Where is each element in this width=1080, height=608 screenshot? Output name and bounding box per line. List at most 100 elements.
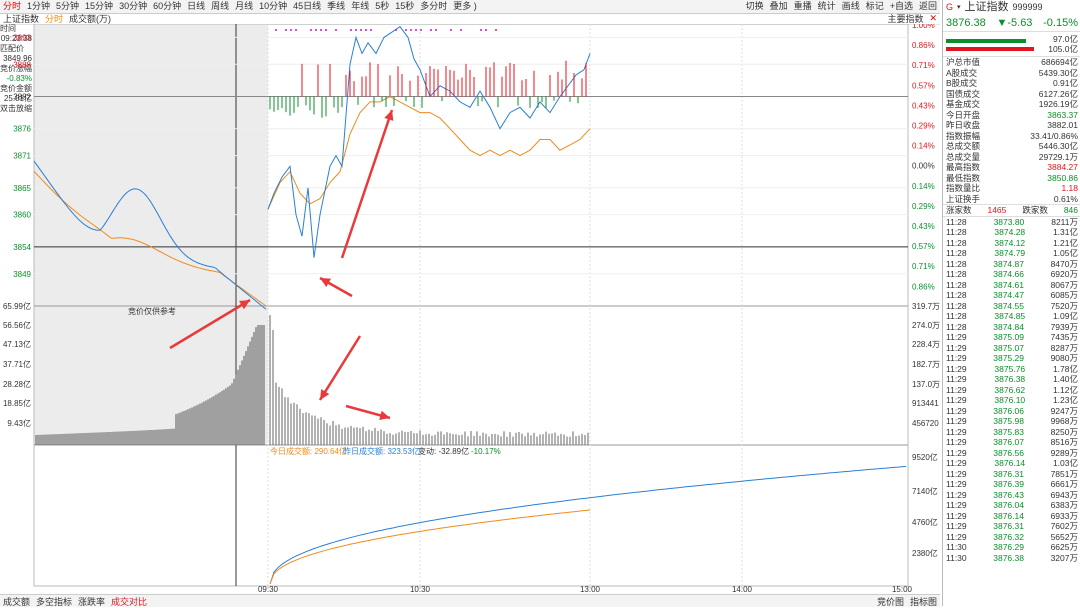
cum-yesterday-line: [269, 465, 907, 585]
price-tick-label: 3865: [13, 184, 31, 193]
pct-tick-label: 0.43%: [912, 222, 935, 231]
tick-price: 3874.61: [993, 279, 1024, 290]
toolbar-button-0[interactable]: 切换: [743, 0, 767, 13]
period-tab-11[interactable]: 季线: [324, 0, 348, 13]
stat-row: 基金成交 1926.19亿: [943, 99, 1080, 110]
signal-dot: [480, 29, 482, 31]
tick-price: 3875.76: [994, 363, 1026, 374]
intraday-chart[interactable]: 3893 3888 3882 3876 3871 3865 3860 3854 3849 1.00…: [0, 24, 940, 594]
tick-list[interactable]: 11:28 3873.80 8211万 11:28 3874.28 1.31亿 11:28 3…: [943, 217, 1080, 564]
tick-time: 11:28: [946, 216, 967, 227]
annotation-arrow: [318, 335, 362, 401]
tick-amount: 1.40亿: [1052, 374, 1078, 384]
index-price: 3876.38: [946, 17, 986, 29]
signal-dot: [430, 29, 432, 31]
toolbar-button-5[interactable]: 标记: [863, 0, 887, 13]
volume-tick-label: 37.71亿: [3, 359, 31, 369]
period-tab-16[interactable]: 更多 ): [450, 0, 480, 13]
tick-time: 11:29: [946, 395, 967, 405]
stat-value: 1.18: [1061, 183, 1078, 193]
stat-label: B股成交: [946, 78, 978, 88]
tick-row: 11:29 3876.32 5652万: [943, 532, 1080, 543]
period-tab-6[interactable]: 日线: [184, 0, 208, 13]
signal-dot: [450, 29, 452, 31]
tick-amount: 1.23亿: [1052, 395, 1078, 405]
cum-tick-label: 7140亿: [912, 486, 938, 496]
tick-price: 3875.83: [993, 426, 1024, 437]
period-toolbar: 分时 1分钟 5分钟 15分钟 30分钟 60分钟 日线 周线 月线 10分钟 45日线 季线 年线 5秒…: [0, 0, 940, 14]
bottom-tab-bar: 成交额 多空指标 涨跌率 成交对比 竞价图 指标图: [0, 594, 940, 607]
tick-amount: 6661万: [1050, 479, 1078, 489]
tick-row: 11:30 3876.29 6625万: [943, 542, 1080, 553]
stat-label: 昨日收盘: [946, 120, 981, 130]
tick-price: 3874.66: [993, 269, 1024, 279]
period-tab-12[interactable]: 年线: [348, 0, 372, 13]
volume-tick-label-right: 228.4万: [912, 340, 940, 349]
tick-time: 11:29: [946, 468, 967, 479]
toolbar-button-1[interactable]: 叠加: [767, 0, 791, 13]
stat-row: 指数量比 1.18: [943, 183, 1080, 194]
tick-time: 11:28: [946, 258, 967, 269]
stat-row: 国债成交 6127.26亿: [943, 89, 1080, 100]
tick-amount: 6933万: [1050, 510, 1078, 521]
volume-tick-label: 65.99亿: [3, 301, 31, 311]
period-tab-7[interactable]: 周线: [208, 0, 232, 13]
toolbar-button-2[interactable]: 重播: [791, 0, 815, 13]
signal-dot: [395, 29, 397, 31]
stat-row: 最高指数 3884.27: [943, 162, 1080, 173]
tick-price: 3873.80: [993, 216, 1025, 227]
signal-dot: [355, 29, 357, 31]
tick-amount: 7520万: [1050, 300, 1078, 311]
avg-price-line: [267, 95, 591, 210]
stat-row: 昨日收盘 3882.01: [943, 120, 1080, 131]
stat-value: 3850.86: [1047, 172, 1078, 183]
tick-amount: 7939万: [1050, 321, 1078, 332]
toolbar-button-3[interactable]: 统计: [815, 0, 839, 13]
period-tab-10[interactable]: 45日线: [290, 0, 324, 13]
close-icon[interactable]: ✕: [926, 13, 940, 24]
pct-tick-label: 0.71%: [912, 61, 935, 70]
period-tab-8[interactable]: 月线: [232, 0, 256, 13]
tick-time: 11:28: [946, 248, 967, 258]
tick-time: 11:29: [946, 479, 967, 489]
price-tick-label: 3860: [13, 211, 31, 220]
auction-shade: [34, 24, 268, 445]
period-tab-14[interactable]: 15秒: [392, 0, 417, 13]
period-tab-5[interactable]: 60分钟: [150, 0, 184, 13]
tick-amount: 8250万: [1050, 426, 1078, 437]
period-tab-15[interactable]: 多分时: [417, 0, 450, 13]
tick-row: 11:28 3874.87 8470万: [943, 259, 1080, 270]
period-tab-4[interactable]: 30分钟: [116, 0, 150, 13]
tick-price: 3875.07: [993, 342, 1024, 353]
dropdown-icon[interactable]: ▾: [957, 0, 961, 15]
tick-price: 3876.39: [993, 479, 1024, 489]
tick-row: 11:29 3876.14 1.03亿: [943, 458, 1080, 469]
stat-label: 沪总市值: [946, 57, 981, 67]
index-title: 上证指数: [964, 1, 1009, 13]
stat-value: 5446.30亿: [1038, 141, 1078, 151]
tick-row: 11:28 3873.80 8211万: [943, 217, 1080, 228]
tick-price: 3876.14: [993, 510, 1024, 521]
tick-price: 3876.43: [993, 489, 1024, 500]
signal-dot: [310, 29, 312, 31]
stat-row: 上证换手 0.61%: [943, 194, 1080, 205]
toolbar-button-4[interactable]: 画线: [839, 0, 863, 13]
stat-value: 1926.19亿: [1038, 99, 1078, 109]
pct-tick-label: 0.57%: [912, 81, 935, 90]
signal-dot: [485, 29, 487, 31]
tick-time: 11:28: [946, 321, 967, 332]
volume-tick-label-right: 319.7万: [912, 302, 940, 311]
price-tick-label: 3876: [13, 125, 31, 134]
period-tab-9[interactable]: 10分钟: [256, 0, 290, 13]
price-tick-label: 3854: [13, 243, 31, 252]
time-tick-label: 14:00: [732, 585, 753, 594]
pct-tick-label: 0.86%: [912, 41, 935, 50]
tick-row: 11:29 3876.62 1.12亿: [943, 385, 1080, 396]
signal-dot: [420, 29, 422, 31]
period-tab-13[interactable]: 5秒: [372, 0, 392, 13]
tick-price: 3876.04: [993, 500, 1024, 510]
signal-dot: [275, 29, 277, 31]
tick-time: 11:28: [946, 227, 967, 237]
stat-label: 总成交量: [946, 151, 981, 162]
stat-label: 指数量比: [946, 183, 981, 193]
